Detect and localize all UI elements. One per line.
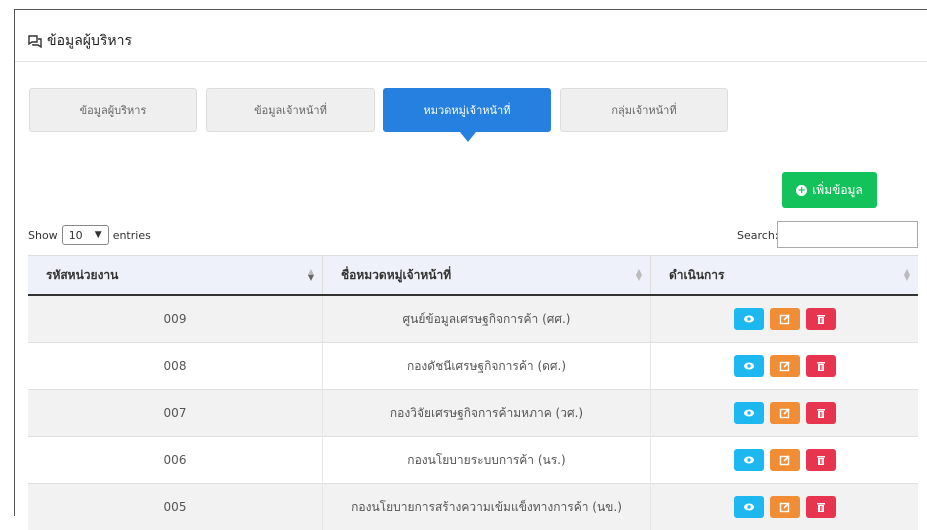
eye-icon <box>743 313 755 325</box>
trash-icon <box>815 360 827 372</box>
cell-name: ศูนย์ข้อมูลเศรษฐกิจการค้า (ศศ.) <box>323 295 651 343</box>
table-row: 009 ศูนย์ข้อมูลเศรษฐกิจการค้า (ศศ.) <box>28 295 918 343</box>
cell-code: 009 <box>28 295 323 343</box>
cell-actions <box>651 390 919 437</box>
page-title: ข้อมูลผู้บริหาร <box>27 30 132 52</box>
trash-icon <box>815 407 827 419</box>
cell-name: กองดัชนีเศรษฐกิจการค้า (ดศ.) <box>323 343 651 390</box>
column-header-name-label: ชื่อหมวดหมู่เจ้าหน้าที่ <box>341 268 451 282</box>
cell-actions <box>651 295 919 343</box>
cell-actions <box>651 343 919 390</box>
sort-icon: ▲▼ <box>308 269 314 281</box>
edit-button[interactable] <box>770 402 800 424</box>
edit-icon <box>779 501 791 513</box>
table-row: 006 กองนโยบายระบบการค้า (นร.) <box>28 437 918 484</box>
entries-select-value: 10 <box>69 229 83 242</box>
cell-name: กองนโยบายระบบการค้า (นร.) <box>323 437 651 484</box>
view-button[interactable] <box>734 308 764 330</box>
edit-button[interactable] <box>770 449 800 471</box>
content-panel: ข้อมูลผู้บริหาร ข้อมูลผู้บริหาร ข้อมูลเจ… <box>14 9 927 516</box>
table-row: 008 กองดัชนีเศรษฐกิจการค้า (ดศ.) <box>28 343 918 390</box>
column-header-code[interactable]: รหัสหน่วยงาน ▲▼ <box>28 256 323 296</box>
add-button[interactable]: + เพิ่มข้อมูล <box>782 172 877 208</box>
eye-icon <box>743 407 755 419</box>
tab-staff-info[interactable]: ข้อมูลเจ้าหน้าที่ <box>206 88 375 132</box>
sort-icon: ▲▼ <box>904 269 910 281</box>
page-title-text: ข้อมูลผู้บริหาร <box>47 30 132 52</box>
length-control: Show 10 ▼ entries <box>28 225 151 245</box>
view-button[interactable] <box>734 449 764 471</box>
cell-name: กองนโยบายการสร้างความเข้มแข็งทางการค้า (… <box>323 484 651 530</box>
search-label: Search: <box>737 229 779 242</box>
edit-icon <box>779 454 791 466</box>
delete-button[interactable] <box>806 449 836 471</box>
cell-code: 006 <box>28 437 323 484</box>
cell-code: 008 <box>28 343 323 390</box>
cell-actions <box>651 484 919 530</box>
entries-label: entries <box>113 229 151 242</box>
cell-code: 007 <box>28 390 323 437</box>
table-row: 007 กองวิจัยเศรษฐกิจการค้ามหภาค (วศ.) <box>28 390 918 437</box>
cell-name: กองวิจัยเศรษฐกิจการค้ามหภาค (วศ.) <box>323 390 651 437</box>
show-label: Show <box>28 229 58 242</box>
search-input[interactable] <box>777 221 918 248</box>
tab-executive-info[interactable]: ข้อมูลผู้บริหาร <box>29 88 197 132</box>
tab-staff-group[interactable]: กลุ่มเจ้าหน้าที่ <box>560 88 728 132</box>
category-table: รหัสหน่วยงาน ▲▼ ชื่อหมวดหมู่เจ้าหน้าที่ ▲▼… <box>28 255 918 530</box>
column-header-name[interactable]: ชื่อหมวดหมู่เจ้าหน้าที่ ▲▼ <box>323 256 651 296</box>
cell-code: 005 <box>28 484 323 530</box>
view-button[interactable] <box>734 402 764 424</box>
edit-icon <box>779 313 791 325</box>
edit-button[interactable] <box>770 308 800 330</box>
chevron-down-icon: ▼ <box>95 230 102 240</box>
plus-circle-icon: + <box>796 185 807 196</box>
cell-actions <box>651 437 919 484</box>
active-tab-pointer <box>460 132 476 142</box>
trash-icon <box>815 313 827 325</box>
eye-icon <box>743 360 755 372</box>
eye-icon <box>743 501 755 513</box>
edit-button[interactable] <box>770 355 800 377</box>
eye-icon <box>743 454 755 466</box>
chat-icon <box>27 33 43 49</box>
column-header-code-label: รหัสหน่วยงาน <box>46 268 118 282</box>
entries-select[interactable]: 10 ▼ <box>62 225 109 245</box>
edit-icon <box>779 360 791 372</box>
sort-icon: ▲▼ <box>636 269 642 281</box>
column-header-actions-label: ดำเนินการ <box>669 268 725 282</box>
edit-icon <box>779 407 791 419</box>
delete-button[interactable] <box>806 355 836 377</box>
table-row: 005 กองนโยบายการสร้างความเข้มแข็งทางการค… <box>28 484 918 530</box>
trash-icon <box>815 501 827 513</box>
delete-button[interactable] <box>806 308 836 330</box>
add-button-label: เพิ่มข้อมูล <box>812 181 863 200</box>
trash-icon <box>815 454 827 466</box>
tab-staff-category[interactable]: หมวดหมู่เจ้าหน้าที่ <box>383 88 551 132</box>
delete-button[interactable] <box>806 402 836 424</box>
panel-header: ข้อมูลผู้บริหาร <box>15 10 927 62</box>
view-button[interactable] <box>734 355 764 377</box>
column-header-actions[interactable]: ดำเนินการ ▲▼ <box>651 256 919 296</box>
